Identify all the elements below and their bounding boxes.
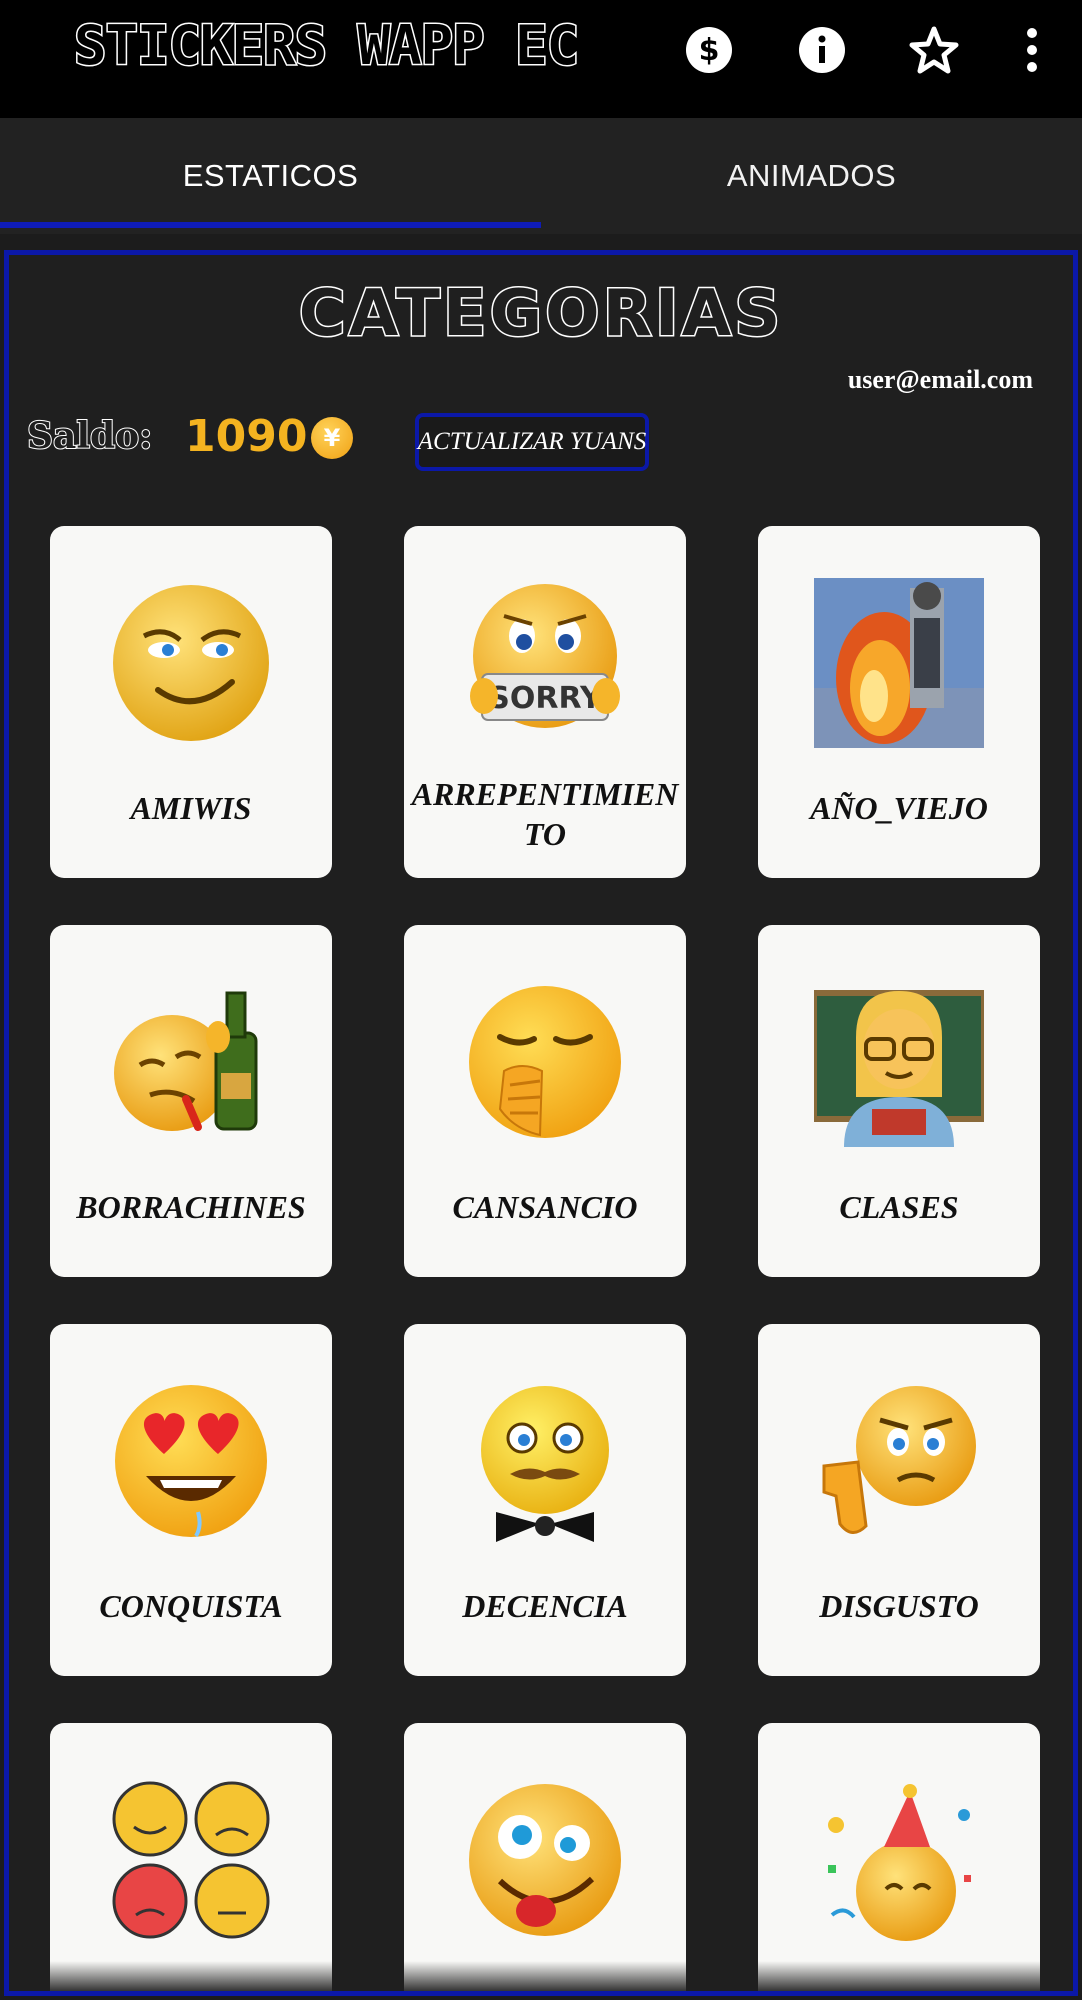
category-card-decencia[interactable]: DECENCIA — [404, 1324, 686, 1676]
scroll-fade — [9, 1961, 1073, 1991]
category-label: BORRACHINES — [76, 1189, 306, 1225]
category-label: ARREPENTIMIENTO — [411, 776, 679, 852]
category-card-borrachines[interactable]: BORRACHINES — [50, 925, 332, 1277]
tab-indicator — [0, 222, 541, 228]
star-icon[interactable] — [906, 22, 962, 78]
more-vert-icon[interactable] — [1004, 22, 1060, 78]
smirk-emoji-icon — [113, 585, 269, 741]
category-card-disgusto[interactable]: DISGUSTO — [758, 1324, 1040, 1676]
category-card-10[interactable] — [50, 1723, 332, 1991]
saldo-label: Saldo: — [26, 414, 153, 458]
category-label: DISGUSTO — [819, 1588, 979, 1624]
tab-animados[interactable]: ANIMADOS — [541, 118, 1082, 234]
update-yuans-button[interactable]: ACTUALIZAR YUANS — [415, 413, 649, 471]
yawning-emoji-icon — [469, 986, 621, 1138]
saldo-value: 1090 — [185, 411, 308, 462]
category-label: CANSANCIO — [452, 1189, 638, 1225]
burning-effigy-photo — [814, 578, 984, 748]
teacher-emoji-icon — [814, 990, 984, 1147]
category-label: CONQUISTA — [99, 1588, 283, 1624]
yuan-coin-icon: ¥ — [311, 417, 353, 459]
party-emoji-icon — [828, 1784, 971, 1941]
app-bar: STICKERS WAPP EC $ — [0, 0, 1082, 118]
info-icon[interactable] — [794, 22, 850, 78]
app-title: STICKERS WAPP EC — [72, 13, 580, 79]
category-label: CLASES — [839, 1189, 959, 1225]
svg-text:SORRY: SORRY — [488, 681, 603, 716]
gentleman-emoji-icon — [481, 1386, 609, 1542]
category-card-arrepentimiento[interactable]: SORRY ARREPENTIMIENTO — [404, 526, 686, 878]
four-faces-emoji-icon — [112, 1781, 270, 1939]
category-card-cansancio[interactable]: CANSANCIO — [404, 925, 686, 1277]
heart-eyes-emoji-icon — [115, 1385, 267, 1538]
tab-estaticos[interactable]: ESTATICOS — [0, 118, 541, 234]
drunk-emoji-icon — [114, 991, 258, 1131]
category-card-amiwis[interactable]: AMIWIS — [50, 526, 332, 878]
category-card-conquista[interactable]: CONQUISTA — [50, 1324, 332, 1676]
sorry-emoji-icon: SORRY — [470, 584, 620, 728]
page-title: CATEGORIAS — [297, 276, 784, 353]
category-card-11[interactable] — [404, 1723, 686, 1991]
category-card-clases[interactable]: CLASES — [758, 925, 1040, 1277]
category-label: AMIWIS — [130, 790, 252, 826]
crazy-tongue-emoji-icon — [469, 1784, 621, 1936]
categories-panel: CATEGORIAS user@email.com Saldo: 1090 ¥ … — [4, 250, 1078, 1996]
thumbs-down-emoji-icon — [822, 1386, 976, 1534]
category-label: AÑO_VIEJO — [810, 790, 988, 826]
tab-bar: ESTATICOS ANIMADOS — [0, 118, 1082, 234]
dollar-icon[interactable]: $ — [681, 22, 737, 78]
category-card-12[interactable] — [758, 1723, 1040, 1991]
svg-text:$: $ — [699, 33, 720, 68]
user-email: user@email.com — [847, 365, 1033, 394]
category-card-ano-viejo[interactable]: AÑO_VIEJO — [758, 526, 1040, 878]
category-label: DECENCIA — [462, 1588, 628, 1624]
